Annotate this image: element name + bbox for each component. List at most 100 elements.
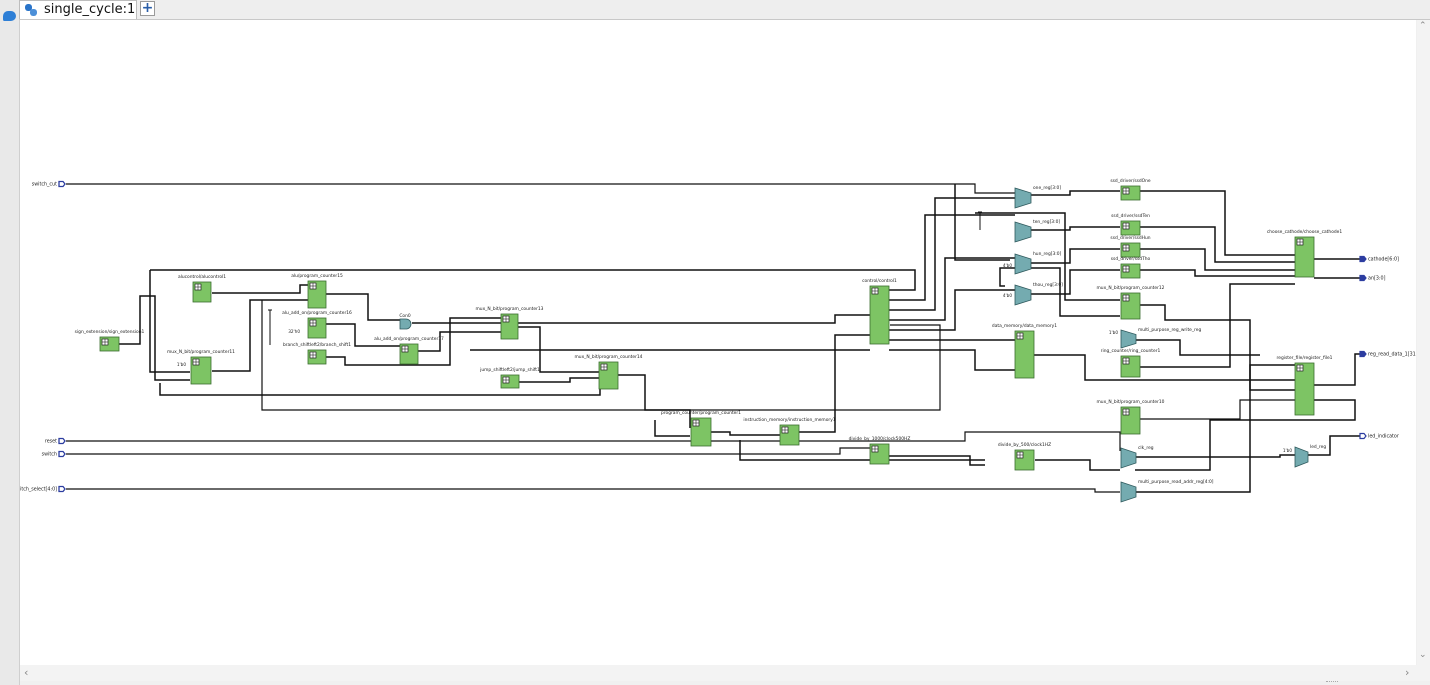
block-label: branch_shiftleft2/branch_shift1 (283, 342, 351, 348)
tab-title: single_cycle:1 (44, 2, 136, 17)
horizontal-scrollbar[interactable]: ‹ › (20, 665, 1417, 681)
wire (1140, 248, 1295, 271)
block-label: mux_N_bit/program_counter11 (167, 349, 235, 355)
mux-label: led_reg (1310, 444, 1326, 450)
constant-label: 4'b0 (1003, 293, 1012, 298)
output-port-label: reg_read_data_1[31:0] (1368, 352, 1416, 358)
wire (889, 349, 1015, 371)
output-port-label: led_indicator (1368, 434, 1399, 440)
wire (1140, 190, 1295, 256)
schematic-canvas[interactable]: switch_cutreset switch switch_select[4:0] c… (14, 20, 1422, 665)
left-toolbar (0, 0, 20, 685)
block-label: ssd_driver/ssdTho (1111, 256, 1151, 262)
wire (519, 377, 600, 383)
wire (66, 447, 870, 455)
input-port-switch[interactable]: switch (42, 450, 66, 458)
block-label: mux_N_bit/program_counter13 (476, 306, 544, 312)
chat-icon[interactable] (3, 11, 16, 21)
wire (1136, 364, 1295, 493)
scroll-left-icon[interactable]: ‹ (24, 666, 28, 679)
block-label: instruction_memory/instruction_memory1 (743, 417, 835, 423)
block-alu_pc15[interactable]: alu/program_counter15 (291, 273, 343, 309)
wire (212, 284, 310, 294)
block-ssd_one[interactable]: ssd_driver/ssdOne (1110, 178, 1151, 201)
block-label: ssd_driver/ssdHun (1110, 235, 1150, 241)
block-ssd_ten[interactable]: ssd_driver/ssdTen (1111, 213, 1150, 236)
wires (66, 183, 1360, 493)
wire (150, 269, 916, 291)
wire (711, 431, 780, 436)
input-port-switch_select[interactable]: switch_select[4:0] (14, 485, 66, 493)
schematic-svg[interactable]: switch_cutreset switch switch_select[4:0] c… (14, 20, 1422, 665)
mux-label: one_reg[3:0] (1033, 185, 1061, 191)
gate-label: Con0 (399, 313, 411, 319)
output-port-an[interactable]: an[3:0] (1359, 274, 1386, 282)
wire (1030, 190, 1120, 196)
block-mux_pc12[interactable]: mux_N_bit/program_counter12 (1097, 285, 1165, 320)
wire (326, 293, 400, 321)
mux-label: ten_reg[3:0] (1033, 219, 1060, 225)
block-label: divide_by_1000/clock500HZ (849, 436, 911, 442)
wire (159, 383, 601, 396)
block-label: alu/program_counter15 (291, 273, 343, 279)
wire (618, 374, 691, 428)
block-control[interactable]: control/control1 (862, 278, 897, 345)
block-label: jump_shiftleft2/jump_shift1 (479, 367, 540, 373)
block-sign_extension[interactable]: sign_extension/sign_extension1 (75, 329, 145, 352)
wire (66, 431, 1121, 451)
block-divide_500[interactable]: divide_by_500/clock1HZ (998, 442, 1051, 471)
block-ring_counter[interactable]: ring_counter/ring_counter1 (1101, 348, 1161, 378)
mux-label: multi_purpose_reg_write_reg (1138, 327, 1201, 333)
input-port-label: switch_select[4:0] (20, 487, 57, 493)
tab-single-cycle[interactable]: single_cycle:1 (19, 0, 137, 19)
block-alucontrol[interactable]: alucontrol/alucontrol1 (178, 274, 226, 303)
output-port-label: an[3:0] (1368, 276, 1386, 282)
input-port-label: switch (42, 452, 57, 458)
block-jump_shift[interactable]: jump_shiftleft2/jump_shift1 (479, 367, 540, 389)
block-branch_shift[interactable]: branch_shiftleft2/branch_shift1 (283, 342, 351, 365)
mux-label: thou_reg[3:0] (1033, 282, 1063, 288)
input-port-label: switch_cut (32, 182, 57, 188)
wire (149, 270, 190, 373)
scroll-corner (1417, 665, 1430, 681)
block-ssd_hun[interactable]: ssd_driver/ssdHun (1110, 235, 1151, 258)
scroll-down-icon[interactable]: ⌄ (1419, 650, 1427, 660)
input-port-reset[interactable]: reset (45, 437, 66, 445)
scroll-up-icon[interactable]: ⌃ (1419, 21, 1427, 31)
block-label: ssd_driver/ssdOne (1110, 178, 1151, 184)
block-label: mux_N_bit/program_counter12 (1097, 285, 1165, 291)
wire (1035, 459, 1120, 471)
mux-gp_addr[interactable]: multi_purpose_read_addr_reg[4:0] (1120, 479, 1214, 503)
wire (1136, 454, 1295, 458)
input-port-switch_cut[interactable]: switch_cut (32, 180, 66, 188)
wire (412, 314, 870, 324)
constant-label: 1'b0 (1283, 448, 1292, 453)
mux-label: multi_purpose_read_addr_reg[4:0] (1138, 479, 1214, 485)
block-label: alu_add_on/program_counter17 (374, 336, 444, 342)
scroll-right-icon[interactable]: › (1405, 666, 1409, 679)
block-label: alu_add_on/program_counter16 (282, 310, 352, 316)
block-label: register_file/register_file1 (1277, 355, 1333, 361)
and-gate[interactable]: Con0 (399, 313, 412, 330)
mux-label: hun_reg[3:0] (1033, 251, 1062, 257)
block-label: sign_extension/sign_extension1 (75, 329, 145, 335)
add-tab-button[interactable]: + (140, 1, 155, 16)
wire (739, 440, 985, 461)
block-label: ssd_driver/ssdTen (1111, 213, 1150, 219)
vertical-scrollbar[interactable]: ⌃ ⌄ (1417, 20, 1430, 665)
mux-gp_write[interactable]: multi_purpose_reg_write_reg (1120, 327, 1201, 349)
constant-label: 1'b0 (177, 362, 186, 367)
wire (954, 184, 1010, 261)
mux-label: clk_reg (1138, 445, 1154, 451)
mux-one_reg[interactable]: one_reg[3:0] (1014, 185, 1061, 209)
block-label: mux_N_bit/program_counter10 (1097, 399, 1165, 405)
output-port-led[interactable]: led_indicator (1359, 432, 1399, 440)
block-label: alucontrol/alucontrol1 (178, 274, 226, 280)
block-mux_pc10[interactable]: mux_N_bit/program_counter10 (1097, 399, 1165, 435)
block-ssd_tho[interactable]: ssd_driver/ssdTho (1111, 256, 1151, 279)
output-port-cathode[interactable]: cathode[6:0] (1359, 255, 1399, 263)
constant-label: 4'b0 (1003, 263, 1012, 268)
output-port-reg_read_data[interactable]: reg_read_data_1[31:0] (1359, 350, 1422, 358)
block-alu_add_pc17[interactable]: alu_add_on/program_counter17 (374, 336, 444, 365)
wire (66, 183, 1015, 194)
